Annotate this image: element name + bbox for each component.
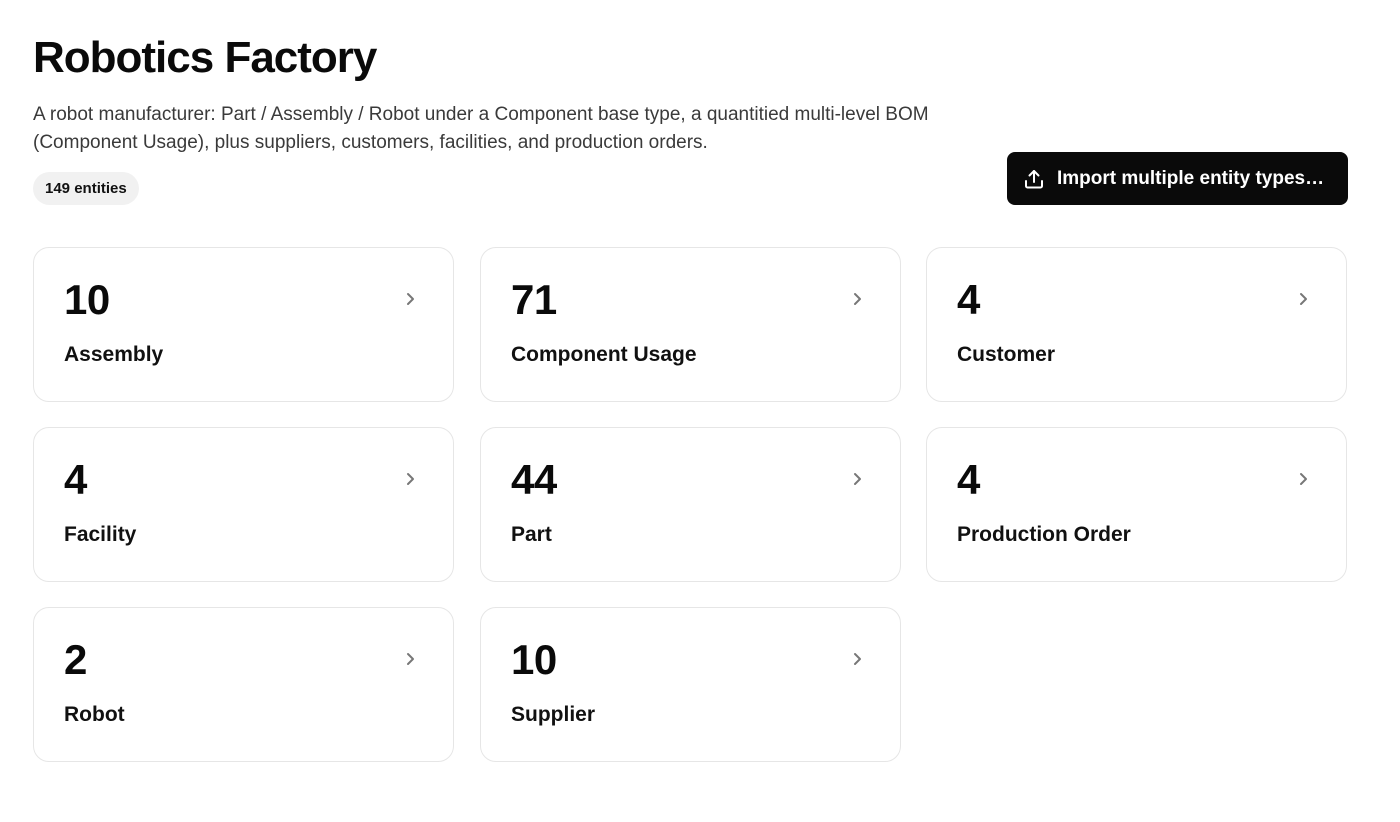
chevron-right-icon — [854, 653, 861, 665]
entity-count: 4 — [957, 456, 980, 503]
chevron-right-icon — [407, 653, 414, 665]
entity-card-facility[interactable]: 4 Facility — [33, 427, 454, 582]
entity-card-robot[interactable]: 2 Robot — [33, 607, 454, 762]
entity-count: 10 — [64, 276, 110, 323]
page-description: A robot manufacturer: Part / Assembly / … — [33, 104, 929, 153]
chevron-right-icon — [854, 293, 861, 305]
entity-type-label: Customer — [957, 343, 1056, 366]
upload-icon — [1023, 168, 1045, 190]
entity-count-badge: 149 entities — [33, 172, 139, 205]
chevron-right-icon — [854, 473, 861, 485]
chevron-right-icon — [407, 293, 414, 305]
import-entity-types-button[interactable]: Import multiple entity types… — [1007, 152, 1348, 205]
entity-type-label: Supplier — [511, 703, 596, 726]
entity-type-label: Facility — [64, 523, 137, 546]
entity-type-label: Assembly — [64, 343, 164, 366]
entity-card-customer[interactable]: 4 Customer — [926, 247, 1347, 402]
entity-count: 2 — [64, 636, 87, 683]
entity-card-production-order[interactable]: 4 Production Order — [926, 427, 1347, 582]
entity-count: 10 — [511, 636, 557, 683]
page-title: Robotics Factory — [33, 33, 377, 82]
entity-card-supplier[interactable]: 10 Supplier — [480, 607, 901, 762]
entity-count: 44 — [511, 456, 557, 503]
entity-count: 71 — [511, 276, 557, 323]
chevron-right-icon — [1300, 293, 1307, 305]
entity-overview-page: Robotics Factory A robot manufacturer: P… — [0, 0, 1400, 822]
entity-card-component-usage[interactable]: 71 Component Usage — [480, 247, 901, 402]
entity-type-label: Component Usage — [511, 343, 697, 366]
chevron-right-icon — [407, 473, 414, 485]
entity-type-label: Robot — [64, 703, 125, 726]
entity-card-assembly[interactable]: 10 Assembly — [33, 247, 454, 402]
entity-type-label: Production Order — [957, 523, 1131, 546]
entity-card-part[interactable]: 44 Part — [480, 427, 901, 582]
import-button-label: Import multiple entity types… — [1057, 167, 1325, 189]
entity-type-label: Part — [511, 523, 552, 546]
entity-count: 4 — [957, 276, 980, 323]
entity-count: 4 — [64, 456, 87, 503]
chevron-right-icon — [1300, 473, 1307, 485]
